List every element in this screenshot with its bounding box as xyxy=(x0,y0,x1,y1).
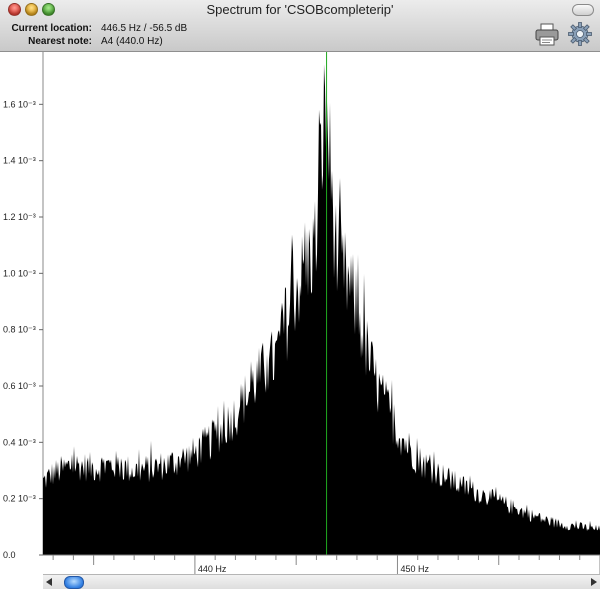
y-tick-label: 0.4 10⁻³ xyxy=(3,437,36,447)
toolbar-toggle-button[interactable] xyxy=(572,4,594,16)
y-tick-label: 0.8 10⁻³ xyxy=(3,325,36,335)
title-bar: Spectrum for 'CSOBcompleterip' Current l… xyxy=(0,0,600,52)
window-title: Spectrum for 'CSOBcompleterip' xyxy=(206,2,394,17)
y-tick-label: 0.0 xyxy=(3,550,16,560)
horizontal-scrollbar[interactable] xyxy=(43,574,600,589)
gear-icon[interactable] xyxy=(567,21,593,47)
x-tick-label: 440 Hz xyxy=(198,564,227,574)
scroll-left-arrow-icon[interactable] xyxy=(46,578,52,586)
spectrum-plot[interactable]: 0.0 0.2 10⁻³ 0.4 10⁻³ 0.6 10⁻³ 0.8 10⁻³ 1.0 1… xyxy=(0,52,600,589)
nearest-note-value: A4 (440.0 Hz) xyxy=(101,36,163,47)
y-tick-label: 1.2 10⁻³ xyxy=(3,212,36,222)
y-tick-label: 1.8 10⁻³ xyxy=(3,52,36,53)
y-tick-label: 0.6 10⁻³ xyxy=(3,381,36,391)
current-location-value: 446.5 Hz / -56.5 dB xyxy=(101,23,188,34)
spectrum-window: Spectrum for 'CSOBcompleterip' Current l… xyxy=(0,0,600,589)
y-tick-label: 0.2 10⁻³ xyxy=(3,494,36,504)
printer-icon[interactable] xyxy=(534,21,560,47)
y-tick-label: 1.4 10⁻³ xyxy=(3,156,36,166)
spectrum-area xyxy=(43,64,600,556)
scroll-thumb[interactable] xyxy=(64,576,84,589)
x-tick-label: 450 Hz xyxy=(400,564,429,574)
scroll-right-arrow-icon[interactable] xyxy=(591,578,597,586)
current-location-label: Current location: xyxy=(11,23,92,34)
y-tick-label: 1.0 10⁻³ xyxy=(3,268,36,278)
nearest-note-label: Nearest note: xyxy=(28,36,92,47)
spectrum-chart[interactable]: 0.0 0.2 10⁻³ 0.4 10⁻³ 0.6 10⁻³ 0.8 10⁻³ 1.0 1… xyxy=(0,52,600,589)
y-tick-label: 1.6 10⁻³ xyxy=(3,99,36,109)
